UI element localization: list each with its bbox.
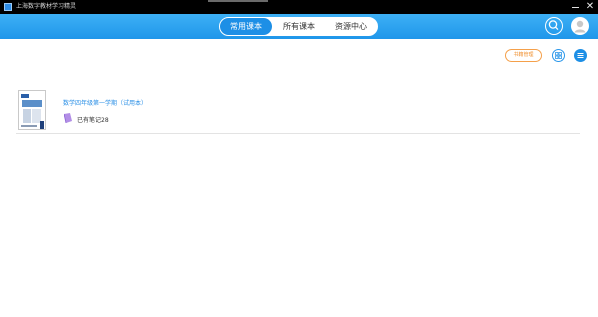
window-title: 上海数字教材学习精灵 (16, 3, 77, 10)
notebook-icon (64, 113, 72, 123)
tab-all-books[interactable]: 所有课本 (274, 18, 324, 35)
minimize-icon[interactable] (572, 7, 579, 8)
book-cover-thumbnail[interactable] (18, 90, 46, 130)
list-view-icon (577, 53, 584, 58)
main-tabs: 常用课本 所有课本 资源中心 (219, 17, 378, 36)
search-icon (548, 20, 559, 30)
tab-resource-center[interactable]: 资源中心 (326, 18, 376, 35)
close-icon[interactable]: ✕ (585, 2, 595, 12)
notes-count[interactable]: 已有笔记28 (77, 115, 109, 124)
window-titlebar: 上海数字教材学习精灵 ✕ (0, 0, 598, 14)
list-item[interactable]: 数学四年级第一学期（试用本） 已有笔记28 (16, 86, 580, 134)
list-view-button[interactable] (574, 49, 587, 62)
manage-books-button[interactable]: 书籍管理 (505, 49, 542, 62)
search-button[interactable] (545, 17, 563, 35)
user-avatar-icon (574, 20, 586, 33)
tab-common-books[interactable]: 常用课本 (220, 18, 272, 35)
app-book-icon (4, 3, 12, 11)
grid-view-icon (555, 52, 562, 59)
grid-view-button[interactable] (552, 49, 565, 62)
book-title[interactable]: 数学四年级第一学期（试用本） (63, 98, 147, 107)
titlebar-strip (208, 0, 268, 2)
avatar[interactable] (571, 17, 589, 35)
